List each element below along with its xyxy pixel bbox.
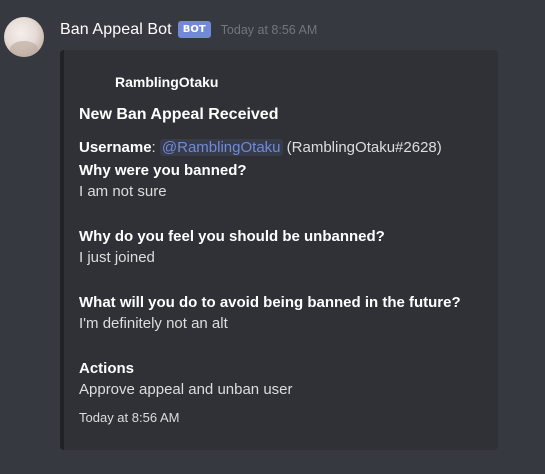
message-timestamp: Today at 8:56 AM [220,23,318,37]
field-value: I'm definitely not an alt [79,315,228,332]
embed-title: New Ban Appeal Received [79,106,279,123]
actions-label: Actions [79,360,135,377]
username-field: Username: @RamblingOtaku (RamblingOtaku#… [79,139,442,156]
embed-footer-timestamp: Today at 8:56 AM [79,410,180,425]
field-value: I just joined [79,249,155,266]
field-value: I am not sure [79,183,167,200]
field-name: What will you do to avoid being banned i… [79,294,461,311]
field-why-unbanned: Why do you feel you should be unbanned? … [79,228,385,266]
message-header: Ban Appeal Bot BOT Today at 8:56 AM [60,20,318,39]
username-separator: : [151,139,156,156]
username-tag: (RamblingOtaku#2628) [286,139,442,156]
field-why-banned: Why were you banned? I am not sure [79,162,247,200]
actions-field: Actions Approve appeal and unban user [79,360,293,398]
author-name[interactable]: Ban Appeal Bot [60,21,172,39]
username-label: Username [79,139,152,156]
ban-appeal-embed: RamblingOtaku New Ban Appeal Received Us… [60,50,498,450]
bot-avatar[interactable] [4,17,44,57]
embed-author: RamblingOtaku [115,74,219,90]
field-name: Why do you feel you should be unbanned? [79,228,385,245]
field-name: Why were you banned? [79,162,247,179]
bot-badge: BOT [177,20,211,38]
approve-unban-link[interactable]: Approve appeal and unban user [79,381,293,398]
field-avoid-ban: What will you do to avoid being banned i… [79,294,461,332]
user-mention[interactable]: @RamblingOtaku [159,139,283,156]
